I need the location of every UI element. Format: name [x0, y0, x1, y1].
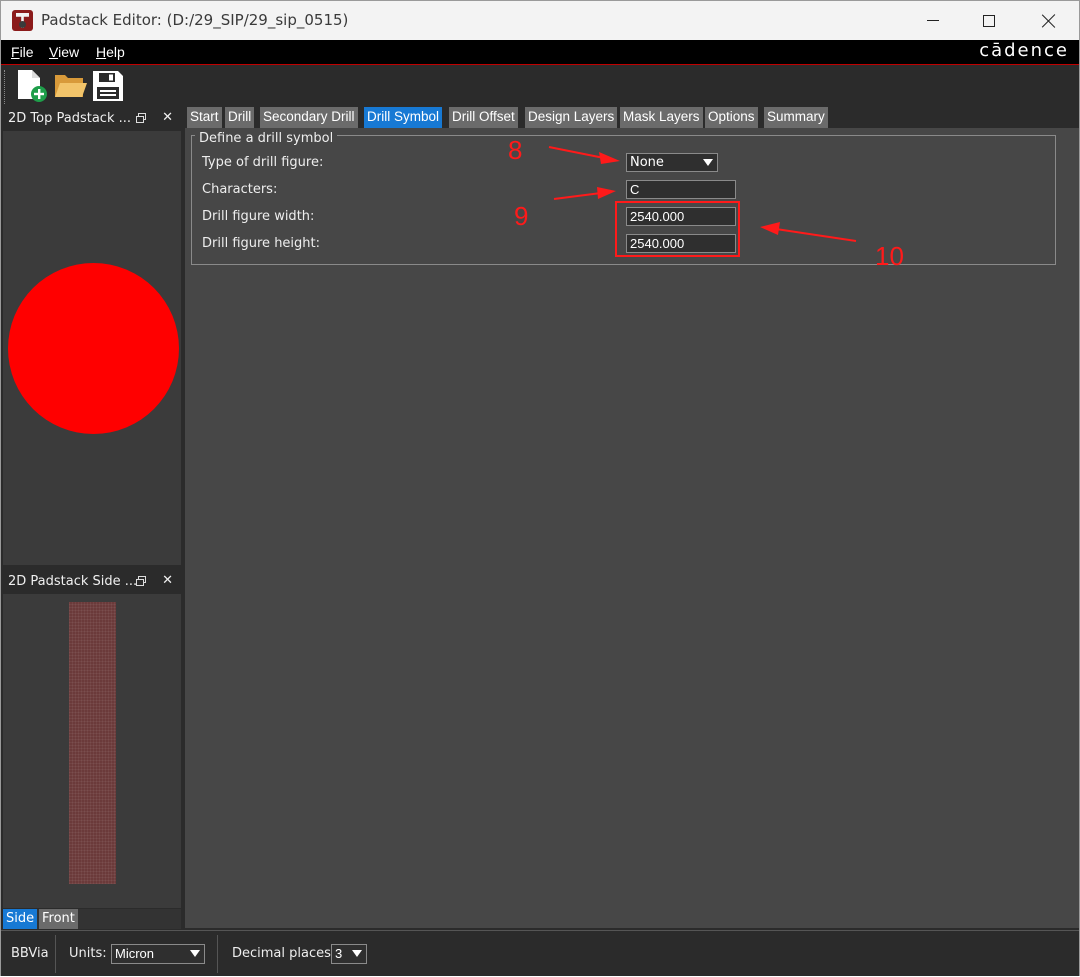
decimal-places-label: Decimal places:	[232, 946, 336, 961]
annotation-number-8: 8	[508, 135, 523, 165]
tab-drill[interactable]: Drill	[225, 107, 255, 128]
minimize-icon	[927, 20, 939, 21]
tab-secondary-drill[interactable]: Secondary Drill	[260, 107, 358, 128]
drill-figure-width-label: Drill figure width:	[202, 209, 315, 224]
top-view-dock-title: 2D Top Padstack ... ✕	[3, 108, 181, 130]
minimize-button[interactable]	[905, 1, 961, 40]
padstack-editor-window: Padstack Editor: (D:/29_SIP/29_sip_0515)…	[0, 0, 1080, 976]
menu-file[interactable]: File	[11, 44, 34, 60]
new-button[interactable]	[15, 69, 49, 103]
top-view-title: 2D Top Padstack ...	[8, 111, 131, 126]
tab-side[interactable]: Side	[3, 909, 38, 929]
chevron-down-icon	[703, 159, 713, 166]
menu-help[interactable]: Help	[96, 44, 125, 60]
annotation-number-9: 9	[514, 201, 529, 231]
units-select[interactable]: Micron	[111, 944, 205, 964]
save-button[interactable]	[91, 69, 125, 103]
drill-figure-type-value: None	[630, 155, 664, 170]
chevron-down-icon	[352, 950, 362, 957]
maximize-icon	[983, 14, 995, 27]
window-title: Padstack Editor: (D:/29_SIP/29_sip_0515)	[41, 11, 349, 29]
drill-figure-height-label: Drill figure height:	[202, 236, 321, 251]
annotation-highlight-box	[615, 201, 740, 257]
units-label: Units:	[69, 946, 107, 961]
cadence-logo: cādence	[979, 40, 1069, 61]
drill-figure-type-select[interactable]: None	[626, 153, 718, 172]
status-bar: BBVia Units: Micron Decimal places: 3	[1, 930, 1079, 976]
toolbar	[1, 66, 1079, 106]
title-bar: Padstack Editor: (D:/29_SIP/29_sip_0515)	[1, 1, 1079, 40]
save-icon	[93, 71, 123, 101]
tab-options[interactable]: Options	[705, 107, 758, 128]
close-button[interactable]	[1021, 1, 1077, 40]
tab-drill-symbol[interactable]: Drill Symbol	[364, 107, 443, 128]
status-divider	[55, 935, 56, 973]
drill-side-shape	[69, 602, 116, 884]
top-view-canvas[interactable]	[3, 131, 181, 565]
status-divider	[217, 935, 218, 973]
float-icon[interactable]	[136, 113, 146, 123]
app-icon	[12, 10, 33, 31]
view-tabs: Side Front	[3, 909, 181, 929]
tab-front[interactable]: Front	[39, 909, 78, 929]
side-view-dock-title: 2D Padstack Side ... ✕	[3, 571, 181, 593]
side-view-title: 2D Padstack Side ...	[8, 574, 138, 589]
menu-view[interactable]: View	[49, 44, 79, 60]
tab-design-layers[interactable]: Design Layers	[525, 107, 618, 128]
annotation-number-10: 10	[875, 241, 904, 271]
padstack-name: BBVia	[11, 946, 49, 961]
maximize-button[interactable]	[961, 1, 1017, 40]
tab-mask-layers[interactable]: Mask Layers	[620, 107, 703, 128]
new-file-icon	[18, 70, 47, 102]
units-value: Micron	[115, 946, 155, 961]
close-icon[interactable]: ✕	[162, 110, 173, 125]
drill-figure-type-label: Type of drill figure:	[202, 155, 324, 170]
chevron-down-icon	[190, 950, 200, 957]
drill-hole-shape	[8, 263, 179, 434]
characters-label: Characters:	[202, 182, 278, 197]
decimal-places-value: 3	[335, 946, 343, 961]
open-folder-icon	[55, 75, 87, 97]
group-title: Define a drill symbol	[195, 131, 338, 146]
close-icon[interactable]: ✕	[162, 573, 173, 588]
decimal-places-select[interactable]: 3	[331, 944, 367, 964]
tab-start[interactable]: Start	[187, 107, 222, 128]
tab-summary[interactable]: Summary	[764, 107, 828, 128]
side-view-canvas[interactable]	[3, 594, 181, 908]
float-icon[interactable]	[136, 576, 146, 586]
toolbar-grip[interactable]	[4, 70, 7, 104]
menu-bar: File View Help cādence	[1, 40, 1079, 65]
close-icon	[1042, 14, 1056, 28]
tab-drill-offset[interactable]: Drill Offset	[449, 107, 518, 128]
characters-input[interactable]: C	[626, 180, 736, 199]
open-button[interactable]	[53, 69, 87, 103]
